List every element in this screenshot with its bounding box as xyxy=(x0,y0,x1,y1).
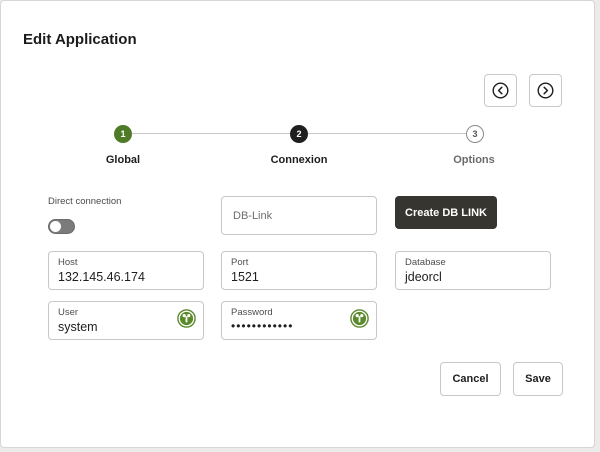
key-icon[interactable] xyxy=(177,309,196,328)
direct-connection-toggle[interactable] xyxy=(48,219,75,234)
step-connector xyxy=(308,133,466,134)
user-label: User xyxy=(58,307,79,318)
password-label: Password xyxy=(231,307,273,318)
host-value: 132.145.46.174 xyxy=(58,270,145,284)
previous-step-button[interactable] xyxy=(484,74,517,107)
step-connector xyxy=(132,133,290,134)
edit-application-dialog: Edit Application 1 2 3 Global Connexion … xyxy=(0,0,595,448)
step-1-indicator[interactable]: 1 xyxy=(114,125,132,143)
user-field[interactable]: User system xyxy=(48,301,204,340)
database-field[interactable]: Database jdeorcl xyxy=(395,251,551,290)
dblink-input[interactable]: DB-Link xyxy=(221,196,377,235)
step-3-indicator[interactable]: 3 xyxy=(466,125,484,143)
step-label-global: Global xyxy=(105,154,141,166)
password-value: •••••••••••• xyxy=(231,319,294,333)
chevron-left-icon xyxy=(492,82,509,99)
user-value: system xyxy=(58,320,98,334)
step-2-indicator[interactable]: 2 xyxy=(290,125,308,143)
host-field[interactable]: Host 132.145.46.174 xyxy=(48,251,204,290)
password-field[interactable]: Password •••••••••••• xyxy=(221,301,377,340)
port-label: Port xyxy=(231,257,249,268)
dialog-title: Edit Application xyxy=(23,31,137,48)
port-field[interactable]: Port 1521 xyxy=(221,251,377,290)
key-icon[interactable] xyxy=(350,309,369,328)
create-dblink-button[interactable]: Create DB LINK xyxy=(395,196,497,229)
save-button[interactable]: Save xyxy=(513,362,563,396)
step-label-connexion: Connexion xyxy=(270,154,328,166)
toggle-knob xyxy=(50,221,61,232)
cancel-button[interactable]: Cancel xyxy=(440,362,501,396)
step-label-options: Options xyxy=(453,154,495,166)
database-value: jdeorcl xyxy=(405,270,442,284)
port-value: 1521 xyxy=(231,270,259,284)
direct-connection-label: Direct connection xyxy=(48,196,122,207)
database-label: Database xyxy=(405,257,446,268)
chevron-right-icon xyxy=(537,82,554,99)
host-label: Host xyxy=(58,257,78,268)
dblink-placeholder: DB-Link xyxy=(233,210,273,222)
next-step-button[interactable] xyxy=(529,74,562,107)
